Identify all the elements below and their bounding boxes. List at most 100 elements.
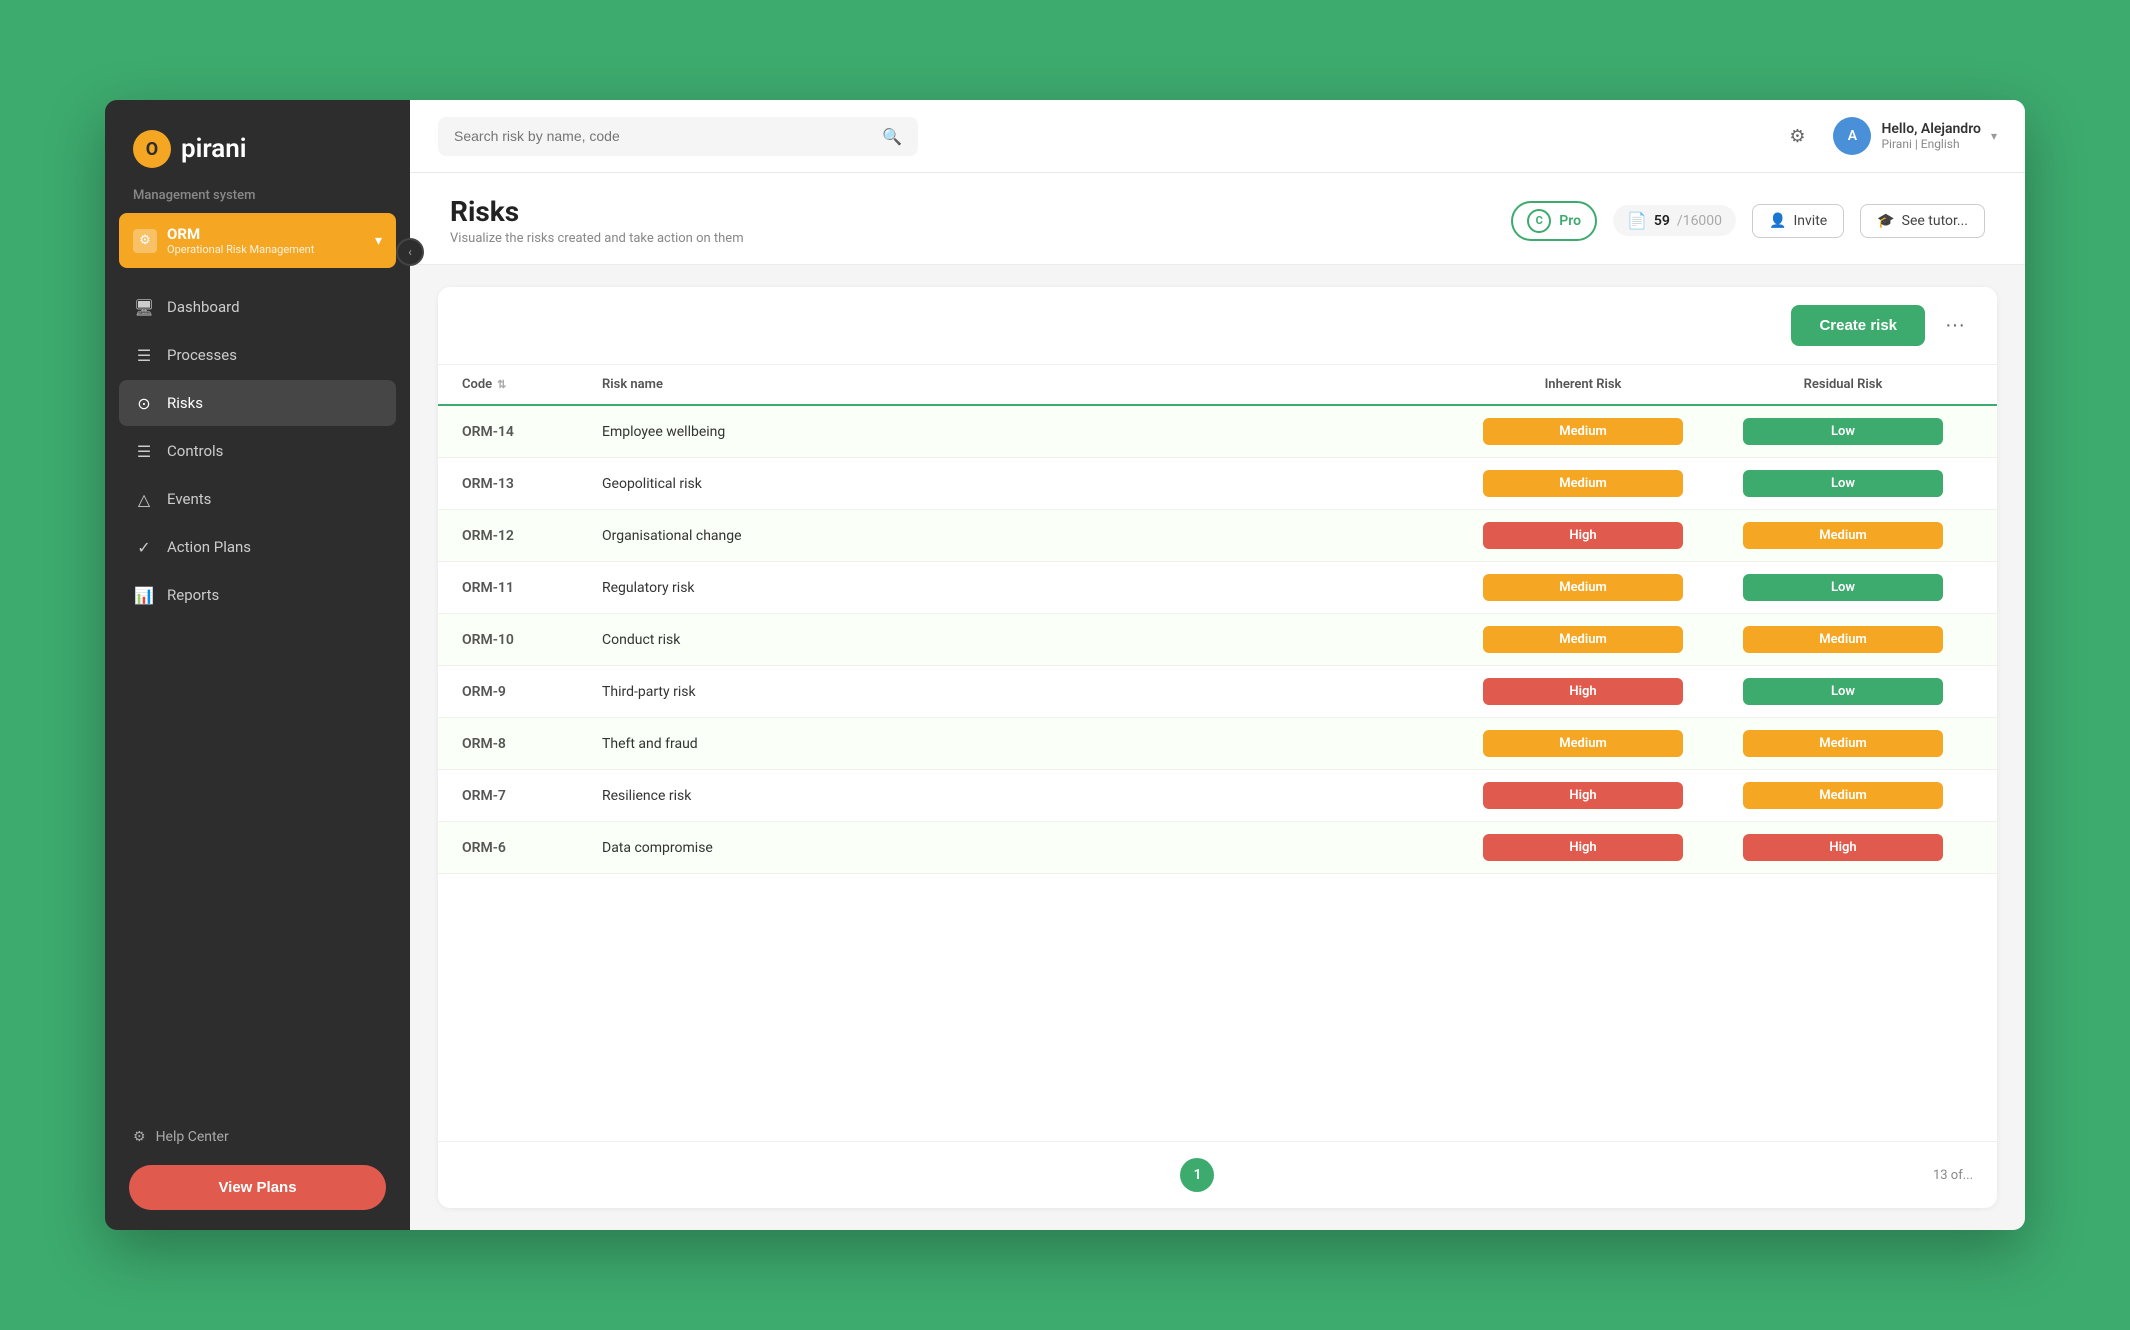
cell-code: ORM-11 — [462, 580, 602, 596]
sidebar-item-dashboard[interactable]: 🖥 Dashboard — [119, 284, 396, 330]
page-1-button[interactable]: 1 — [1180, 1158, 1214, 1192]
inherent-risk-badge: High — [1483, 678, 1683, 705]
cell-code: ORM-6 — [462, 840, 602, 856]
action-plans-icon: ✓ — [133, 536, 155, 558]
residual-risk-badge: Low — [1743, 470, 1943, 497]
view-plans-button[interactable]: View Plans — [129, 1165, 386, 1210]
cell-inherent-risk: Medium — [1453, 574, 1713, 601]
table-row[interactable]: ORM-7 Resilience risk High Medium — [438, 770, 1997, 822]
sidebar-item-label: Reports — [167, 586, 219, 604]
residual-risk-badge: High — [1743, 834, 1943, 861]
management-label: Management system — [105, 188, 410, 213]
residual-risk-badge: Medium — [1743, 522, 1943, 549]
controls-icon: ☰ — [133, 440, 155, 462]
logo-icon: O — [133, 130, 171, 168]
sidebar-item-action-plans[interactable]: ✓ Action Plans — [119, 524, 396, 570]
cell-inherent-risk: High — [1453, 834, 1713, 861]
cell-inherent-risk: High — [1453, 782, 1713, 809]
reports-icon: 📊 — [133, 584, 155, 606]
col-header-residual-risk: Residual Risk — [1713, 377, 1973, 392]
table-row[interactable]: ORM-12 Organisational change High Medium — [438, 510, 1997, 562]
table-row[interactable]: ORM-14 Employee wellbeing Medium Low — [438, 406, 1997, 458]
sidebar-collapse-button[interactable]: ‹ — [396, 238, 424, 266]
sort-icon: ⇅ — [497, 378, 506, 391]
risks-table-area: Create risk ··· Code ⇅ Risk name Inheren… — [438, 287, 1997, 1208]
cell-risk-name: Theft and fraud — [602, 736, 1453, 752]
tutorial-icon: 🎓 — [1877, 213, 1894, 229]
settings-button[interactable]: ⚙ — [1777, 116, 1817, 156]
orm-icon: ⚙ — [133, 229, 157, 253]
residual-risk-badge: Low — [1743, 418, 1943, 445]
residual-risk-badge: Medium — [1743, 626, 1943, 653]
table-row[interactable]: ORM-6 Data compromise High High — [438, 822, 1997, 874]
dashboard-icon: 🖥 — [133, 296, 155, 318]
cell-residual-risk: Low — [1713, 574, 1973, 601]
pagination-pages: 1 — [462, 1158, 1933, 1192]
sidebar-item-label: Action Plans — [167, 538, 251, 556]
invite-icon: 👤 — [1769, 213, 1786, 229]
sidebar-item-reports[interactable]: 📊 Reports — [119, 572, 396, 618]
cell-code: ORM-9 — [462, 684, 602, 700]
sidebar-item-label: Risks — [167, 394, 203, 412]
table-header: Code ⇅ Risk name Inherent Risk Residual … — [438, 365, 1997, 406]
count-icon: 📄 — [1627, 211, 1647, 230]
col-header-risk-name: Risk name — [602, 377, 1453, 392]
invite-button[interactable]: 👤 Invite — [1752, 204, 1844, 238]
cell-risk-name: Employee wellbeing — [602, 424, 1453, 440]
help-center[interactable]: ⚙ Help Center — [119, 1119, 396, 1155]
orm-title: ORM — [167, 225, 314, 243]
cell-residual-risk: Medium — [1713, 626, 1973, 653]
cell-residual-risk: High — [1713, 834, 1973, 861]
col-header-code: Code ⇅ — [462, 377, 602, 392]
residual-risk-badge: Low — [1743, 574, 1943, 601]
sidebar-item-risks[interactable]: ⊙ Risks — [119, 380, 396, 426]
cell-code: ORM-10 — [462, 632, 602, 648]
logo-text: pirani — [181, 134, 247, 164]
cell-risk-name: Organisational change — [602, 528, 1453, 544]
sidebar-item-label: Controls — [167, 442, 223, 460]
page-actions: C Pro 📄 59 /16000 👤 Invite 🎓 See tutor..… — [1511, 201, 1985, 241]
nav-items: 🖥 Dashboard ☰ Processes ⊙ Risks ☰ Contro… — [105, 276, 410, 1105]
table-row[interactable]: ORM-8 Theft and fraud Medium Medium — [438, 718, 1997, 770]
cell-risk-name: Resilience risk — [602, 788, 1453, 804]
cell-code: ORM-8 — [462, 736, 602, 752]
tutorial-button[interactable]: 🎓 See tutor... — [1860, 204, 1985, 238]
cell-residual-risk: Medium — [1713, 522, 1973, 549]
table-row[interactable]: ORM-9 Third-party risk High Low — [438, 666, 1997, 718]
residual-risk-badge: Medium — [1743, 782, 1943, 809]
table-toolbar: Create risk ··· — [438, 287, 1997, 365]
count-badge[interactable]: 📄 59 /16000 — [1613, 205, 1736, 236]
cell-risk-name: Data compromise — [602, 840, 1453, 856]
search-input[interactable] — [454, 128, 872, 144]
pro-label: Pro — [1559, 213, 1581, 229]
sidebar-item-controls[interactable]: ☰ Controls — [119, 428, 396, 474]
col-header-inherent-risk: Inherent Risk — [1453, 377, 1713, 392]
cell-risk-name: Conduct risk — [602, 632, 1453, 648]
sidebar-item-label: Processes — [167, 346, 237, 364]
table-body: ORM-14 Employee wellbeing Medium Low ORM… — [438, 406, 1997, 1141]
cell-residual-risk: Medium — [1713, 782, 1973, 809]
sidebar-item-processes[interactable]: ☰ Processes — [119, 332, 396, 378]
pro-badge[interactable]: C Pro — [1511, 201, 1597, 241]
table-row[interactable]: ORM-11 Regulatory risk Medium Low — [438, 562, 1997, 614]
sidebar-item-events[interactable]: △ Events — [119, 476, 396, 522]
user-name: Hello, Alejandro — [1881, 121, 1981, 137]
more-options-button[interactable]: ··· — [1937, 306, 1973, 345]
table-row[interactable]: ORM-10 Conduct risk Medium Medium — [438, 614, 1997, 666]
cell-inherent-risk: Medium — [1453, 470, 1713, 497]
cell-risk-name: Regulatory risk — [602, 580, 1453, 596]
main-content: 🔍 ⚙ A Hello, Alejandro Pirani | English … — [410, 100, 2025, 1230]
count-current: 59 — [1654, 213, 1670, 229]
user-section[interactable]: A Hello, Alejandro Pirani | English ▾ — [1833, 117, 1997, 155]
cell-inherent-risk: High — [1453, 678, 1713, 705]
count-total: /16000 — [1677, 213, 1722, 229]
risks-icon: ⊙ — [133, 392, 155, 414]
create-risk-button[interactable]: Create risk — [1791, 305, 1925, 346]
orm-section[interactable]: ⚙ ORM Operational Risk Management ▾ — [119, 213, 396, 268]
page-info-right: 13 of... — [1933, 1168, 1973, 1183]
topbar: 🔍 ⚙ A Hello, Alejandro Pirani | English … — [410, 100, 2025, 173]
events-icon: △ — [133, 488, 155, 510]
sidebar-bottom: ⚙ Help Center View Plans — [105, 1105, 410, 1230]
user-dropdown-icon: ▾ — [1991, 129, 1997, 143]
table-row[interactable]: ORM-13 Geopolitical risk Medium Low — [438, 458, 1997, 510]
